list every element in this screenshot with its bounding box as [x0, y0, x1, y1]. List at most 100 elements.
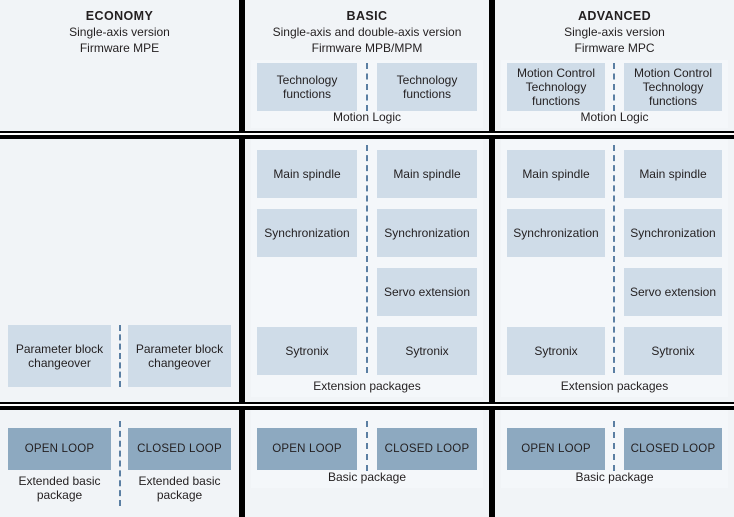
advanced-footer-region: OPEN LOOP CLOSED LOOP Basic package — [495, 410, 734, 517]
advanced-box-synchronization-right-label: Synchronization — [630, 226, 716, 240]
basic-title: BASIC — [346, 9, 388, 23]
advanced-box-closed-loop-label: CLOSED LOOP — [630, 443, 716, 455]
economy-box-parameter-block-changeover-left-label: Parameter block changeover — [15, 342, 104, 370]
advanced-box-servo-extension-right-label: Servo extension — [629, 285, 717, 299]
basic-subtitle-firmware: Firmware MPB/MPM — [311, 41, 423, 55]
economy-footer-region: OPEN LOOP Extended basic package CLOSED … — [0, 410, 239, 517]
column-divider-basic-advanced — [489, 0, 495, 517]
basic-header-dashed-separator — [366, 63, 368, 111]
basic-box-servo-extension-right[interactable]: Servo extension — [377, 268, 477, 316]
advanced-box-motion-control-technology-functions-right-label: Motion Control Technology functions — [633, 66, 713, 108]
basic-middle-region: Main spindle Synchronization Sytronix Ma… — [245, 139, 489, 402]
basic-box-sytronix-left-label: Sytronix — [285, 344, 329, 358]
advanced-box-motion-control-technology-functions-right[interactable]: Motion Control Technology functions — [624, 63, 722, 111]
basic-box-open-loop[interactable]: OPEN LOOP — [257, 428, 357, 470]
economy-closed-loop-caption: Extended basic package — [138, 474, 221, 502]
basic-middle-dashed-separator — [366, 145, 368, 373]
basic-box-sytronix-right[interactable]: Sytronix — [377, 327, 477, 375]
basic-box-main-spindle-right[interactable]: Main spindle — [377, 150, 477, 198]
basic-header-region: BASIC Single-axis and double-axis versio… — [245, 0, 489, 131]
advanced-box-sytronix-left-label: Sytronix — [534, 344, 578, 358]
advanced-middle-region: Main spindle Synchronization Sytronix Ma… — [495, 139, 734, 402]
advanced-basic-package-group: OPEN LOOP CLOSED LOOP Basic package — [501, 410, 728, 488]
basic-box-technology-functions-right-label: Technology functions — [396, 73, 458, 101]
basic-box-technology-functions-right[interactable]: Technology functions — [377, 63, 477, 111]
basic-box-synchronization-left-label: Synchronization — [264, 226, 350, 240]
advanced-title: ADVANCED — [577, 9, 652, 23]
column-divider-economy-basic — [239, 0, 245, 517]
basic-box-sytronix-right-label: Sytronix — [405, 344, 449, 358]
advanced-box-synchronization-left-label: Synchronization — [513, 226, 599, 240]
advanced-box-synchronization-left[interactable]: Synchronization — [507, 209, 605, 257]
advanced-subtitle-firmware: Firmware MPC — [574, 41, 655, 55]
economy-box-parameter-block-changeover-right-label: Parameter block changeover — [135, 342, 224, 370]
basic-motion-logic-group: Technology functions Technology function… — [251, 60, 483, 128]
advanced-box-motion-control-technology-functions-left[interactable]: Motion Control Technology functions — [507, 63, 605, 111]
advanced-box-sytronix-right-label: Sytronix — [651, 344, 695, 358]
basic-box-sytronix-left[interactable]: Sytronix — [257, 327, 357, 375]
column-economy: ECONOMY Single-axis version Firmware MPE… — [0, 0, 239, 517]
advanced-extension-packages-caption: Extension packages — [560, 379, 669, 393]
basic-box-open-loop-label: OPEN LOOP — [272, 443, 342, 455]
advanced-box-sytronix-right[interactable]: Sytronix — [624, 327, 722, 375]
economy-box-parameter-block-changeover-left[interactable]: Parameter block changeover — [8, 325, 111, 387]
basic-box-synchronization-right-label: Synchronization — [384, 226, 470, 240]
row-divider-middle-footer — [0, 402, 734, 410]
basic-box-closed-loop-label: CLOSED LOOP — [384, 443, 470, 455]
advanced-footer-dashed-separator — [613, 421, 615, 471]
economy-box-open-loop[interactable]: OPEN LOOP — [8, 428, 111, 470]
basic-box-servo-extension-right-label: Servo extension — [383, 285, 471, 299]
advanced-box-servo-extension-right[interactable]: Servo extension — [624, 268, 722, 316]
economy-box-closed-loop-label: CLOSED LOOP — [137, 443, 222, 455]
economy-middle-dashed-separator — [119, 325, 121, 387]
basic-box-technology-functions-left[interactable]: Technology functions — [257, 63, 357, 111]
basic-box-main-spindle-left[interactable]: Main spindle — [257, 150, 357, 198]
advanced-box-main-spindle-left[interactable]: Main spindle — [507, 150, 605, 198]
basic-box-technology-functions-left-label: Technology functions — [276, 73, 338, 101]
advanced-box-sytronix-left[interactable]: Sytronix — [507, 327, 605, 375]
advanced-box-motion-control-technology-functions-left-label: Motion Control Technology functions — [516, 66, 596, 108]
advanced-box-main-spindle-right-label: Main spindle — [639, 167, 707, 181]
column-basic: BASIC Single-axis and double-axis versio… — [245, 0, 489, 517]
advanced-box-closed-loop[interactable]: CLOSED LOOP — [624, 428, 722, 470]
economy-subtitle-axis: Single-axis version — [69, 25, 170, 39]
advanced-extension-packages-group: Main spindle Synchronization Sytronix Ma… — [501, 139, 728, 397]
economy-box-closed-loop[interactable]: CLOSED LOOP — [128, 428, 231, 470]
economy-middle-region: Parameter block changeover Parameter blo… — [0, 139, 239, 402]
basic-basic-package-group: OPEN LOOP CLOSED LOOP Basic package — [251, 410, 483, 488]
product-feature-matrix: ECONOMY Single-axis version Firmware MPE… — [0, 0, 734, 517]
basic-subtitle-axis: Single-axis and double-axis version — [272, 25, 462, 39]
basic-box-synchronization-left[interactable]: Synchronization — [257, 209, 357, 257]
advanced-box-open-loop-label: OPEN LOOP — [521, 443, 591, 455]
advanced-box-open-loop[interactable]: OPEN LOOP — [507, 428, 605, 470]
advanced-box-synchronization-right[interactable]: Synchronization — [624, 209, 722, 257]
economy-footer-dashed-separator — [119, 421, 121, 506]
basic-basic-package-caption: Basic package — [327, 470, 407, 484]
basic-motion-logic-caption: Motion Logic — [332, 110, 402, 124]
column-advanced: ADVANCED Single-axis version Firmware MP… — [495, 0, 734, 517]
basic-box-main-spindle-left-label: Main spindle — [273, 167, 341, 181]
basic-box-closed-loop[interactable]: CLOSED LOOP — [377, 428, 477, 470]
advanced-header-region: ADVANCED Single-axis version Firmware MP… — [495, 0, 734, 131]
economy-box-parameter-block-changeover-right[interactable]: Parameter block changeover — [128, 325, 231, 387]
advanced-box-main-spindle-left-label: Main spindle — [522, 167, 590, 181]
advanced-motion-logic-group: Motion Control Technology functions Moti… — [501, 60, 728, 128]
advanced-subtitle-axis: Single-axis version — [564, 25, 665, 39]
basic-extension-packages-caption: Extension packages — [313, 379, 421, 393]
economy-open-loop-caption: Extended basic package — [18, 474, 101, 502]
basic-box-main-spindle-right-label: Main spindle — [393, 167, 461, 181]
basic-footer-dashed-separator — [366, 421, 368, 471]
basic-footer-region: OPEN LOOP CLOSED LOOP Basic package — [245, 410, 489, 517]
row-divider-header-middle — [0, 131, 734, 139]
advanced-box-main-spindle-right[interactable]: Main spindle — [624, 150, 722, 198]
advanced-header-dashed-separator — [613, 63, 615, 111]
basic-extension-packages-group: Main spindle Synchronization Sytronix Ma… — [251, 139, 483, 397]
economy-header-region: ECONOMY Single-axis version Firmware MPE — [0, 0, 239, 131]
economy-subtitle-firmware: Firmware MPE — [79, 41, 160, 55]
advanced-motion-logic-caption: Motion Logic — [580, 110, 649, 124]
basic-box-synchronization-right[interactable]: Synchronization — [377, 209, 477, 257]
advanced-middle-dashed-separator — [613, 145, 615, 373]
economy-title: ECONOMY — [85, 9, 154, 23]
advanced-basic-package-caption: Basic package — [575, 470, 654, 484]
economy-box-open-loop-label: OPEN LOOP — [24, 443, 95, 455]
